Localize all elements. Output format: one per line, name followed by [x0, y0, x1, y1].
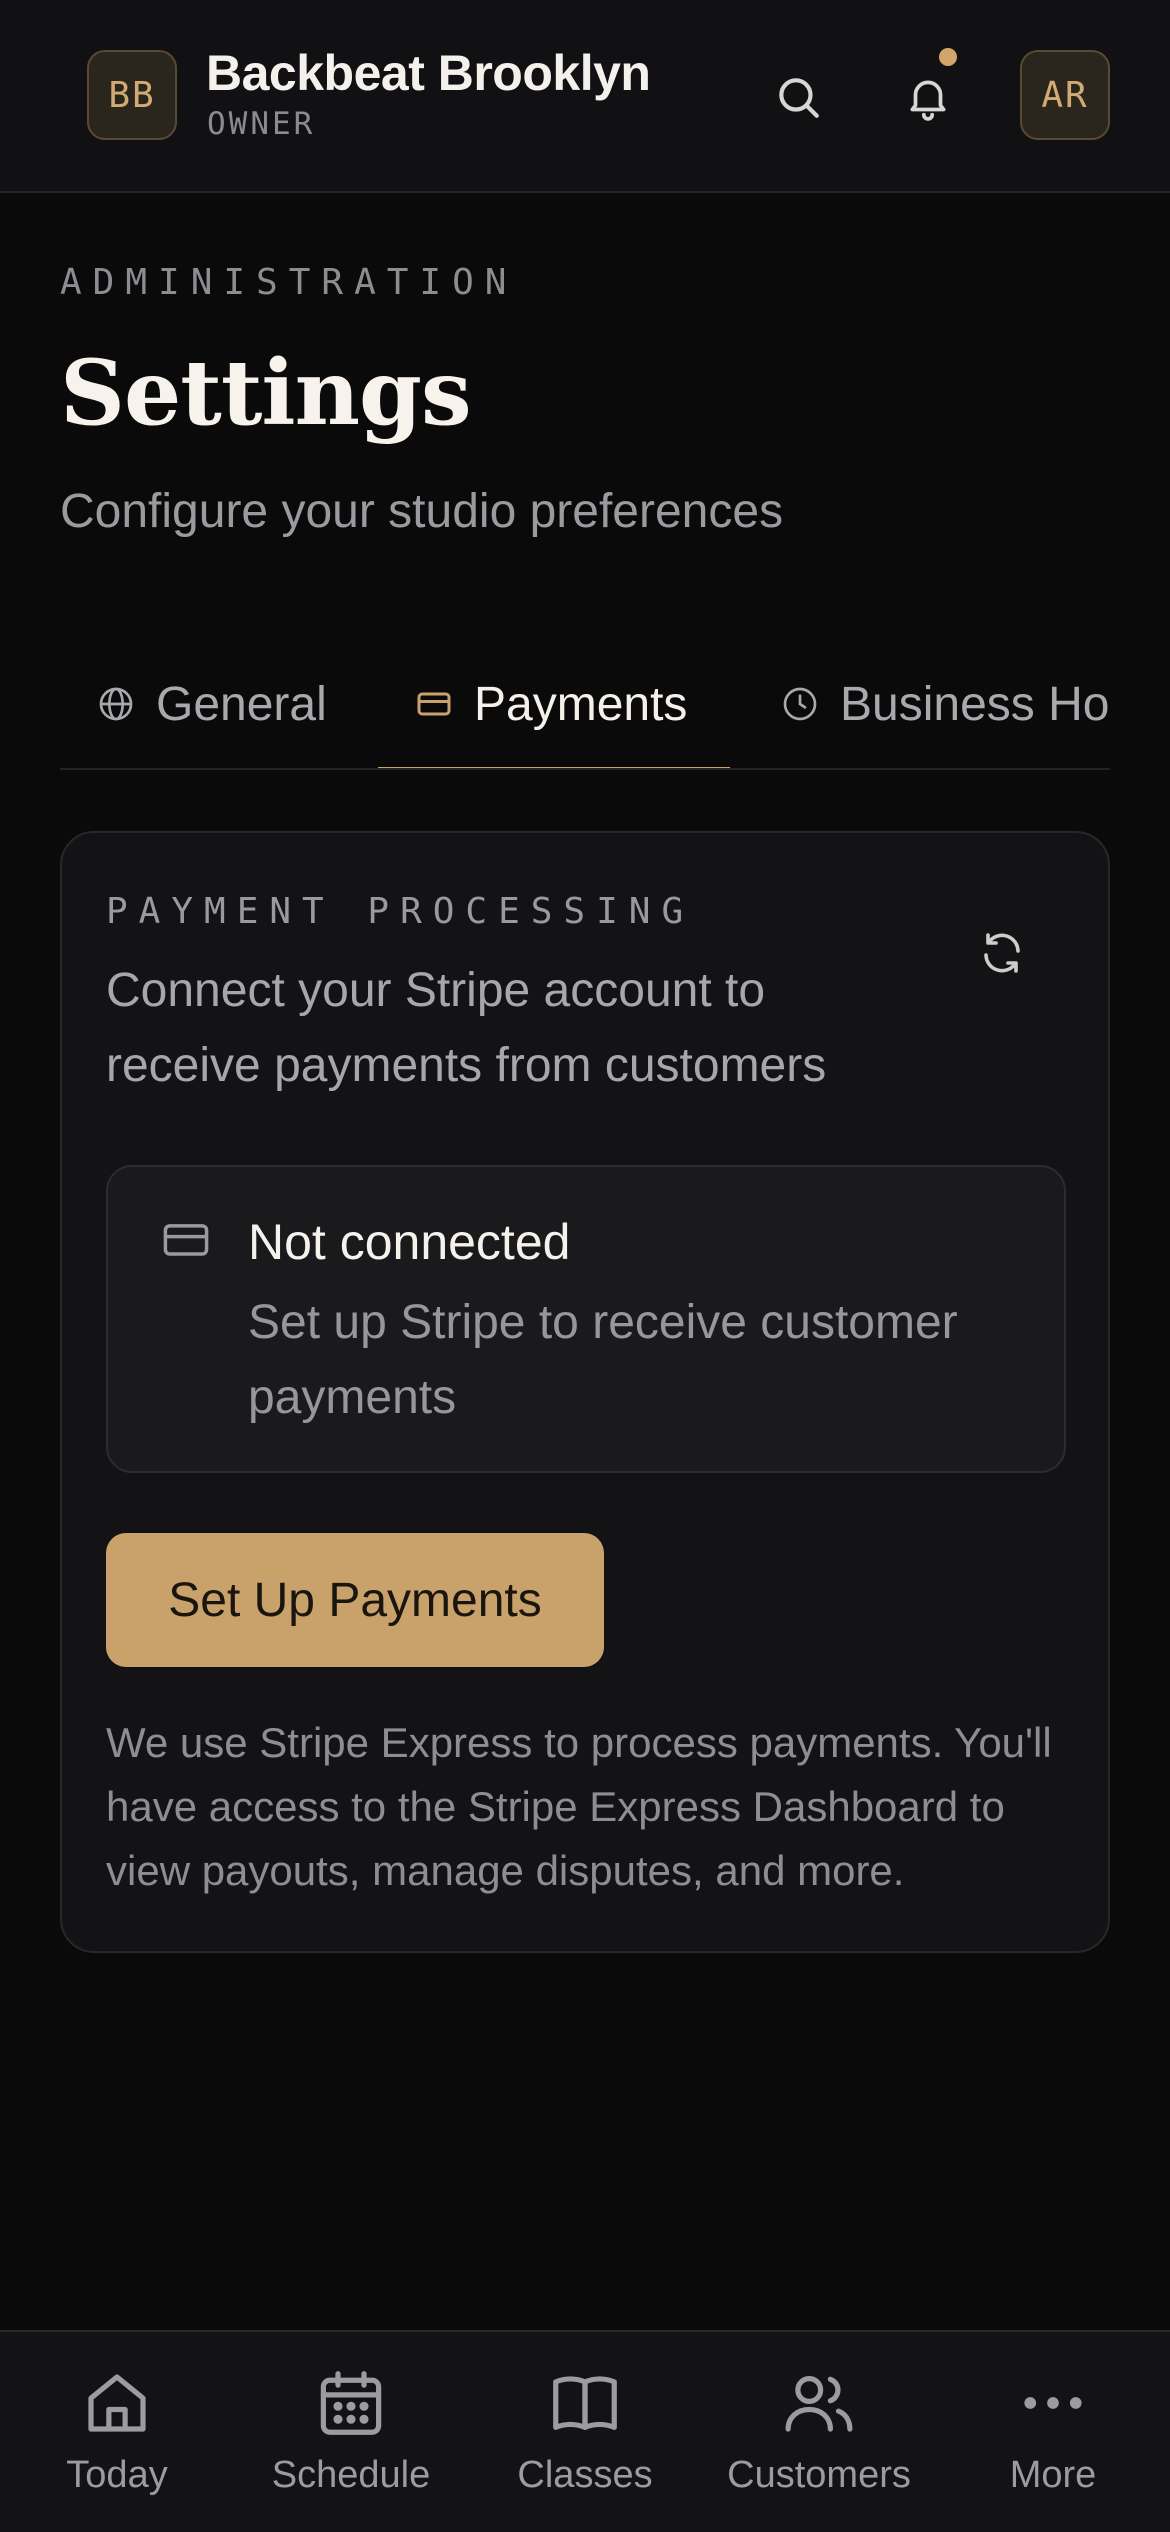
book-icon [553, 2376, 617, 2430]
status-description: Set up Stripe to receive customer paymen… [248, 1296, 958, 1424]
tab-general[interactable]: General [96, 640, 327, 768]
home-icon [88, 2374, 146, 2432]
nav-classes-label: Classes [517, 2454, 653, 2496]
notifications-button[interactable] [883, 52, 973, 142]
bell-icon [910, 80, 946, 121]
tab-business-hours-label: Business Ho [840, 677, 1110, 731]
nav-today-label: Today [66, 2454, 168, 2496]
refresh-button[interactable] [962, 913, 1042, 993]
search-button[interactable] [753, 52, 843, 142]
nav-today[interactable]: Today [0, 2332, 234, 2532]
search-icon [779, 78, 819, 118]
tab-business-hours[interactable]: Business Ho [780, 640, 1109, 768]
page-subtitle: Configure your studio preferences [60, 485, 784, 538]
user-avatar[interactable]: AR [1020, 50, 1110, 140]
stripe-info-note: We use Stripe Express to process payment… [106, 1719, 1052, 1894]
connection-status-box: Not connected Set up Stripe to receive c… [106, 1165, 1066, 1473]
tab-general-label: General [156, 677, 327, 731]
credit-card-icon [417, 692, 451, 716]
credit-card-icon [163, 1224, 209, 1256]
more-icon [1024, 2397, 1082, 2409]
tab-payments[interactable]: Payments [378, 640, 730, 768]
nav-schedule-label: Schedule [271, 2454, 431, 2496]
nav-customers-label: Customers [727, 2454, 911, 2496]
card-description: Connect your Stripe account to receive p… [106, 964, 827, 1092]
set-up-payments-button[interactable]: Set Up Payments [106, 1533, 604, 1667]
settings-page: BB Backbeat Brooklyn OWNER AR ADMINISTRA… [0, 0, 1170, 2532]
studio-name[interactable]: Backbeat Brooklyn [206, 44, 651, 102]
calendar-icon [320, 2371, 382, 2435]
nav-classes[interactable]: Classes [468, 2332, 702, 2532]
status-title: Not connected [248, 1214, 571, 1270]
top-bar: BB Backbeat Brooklyn OWNER AR [0, 0, 1170, 193]
card-section-label: PAYMENT PROCESSING [106, 891, 695, 932]
nav-schedule[interactable]: Schedule [234, 2332, 468, 2532]
nav-more-label: More [1009, 2454, 1097, 2496]
users-icon [785, 2376, 853, 2432]
settings-tabs: General Payments Business Ho [60, 640, 1110, 770]
nav-customers[interactable]: Customers [702, 2332, 936, 2532]
section-eyebrow: ADMINISTRATION [60, 262, 518, 303]
user-role: OWNER [207, 106, 316, 142]
globe-icon [99, 687, 133, 721]
payment-processing-card: PAYMENT PROCESSING Connect your Stripe a… [60, 831, 1110, 1953]
tab-payments-label: Payments [474, 677, 688, 731]
nav-more[interactable]: More [936, 2332, 1170, 2532]
notification-dot [939, 48, 957, 66]
studio-avatar[interactable]: BB [87, 50, 177, 140]
bottom-navigation: Today Schedule Classes Customers More [0, 2330, 1170, 2532]
clock-icon [783, 687, 817, 721]
page-title: Settings [60, 340, 472, 446]
refresh-icon [984, 933, 1020, 973]
